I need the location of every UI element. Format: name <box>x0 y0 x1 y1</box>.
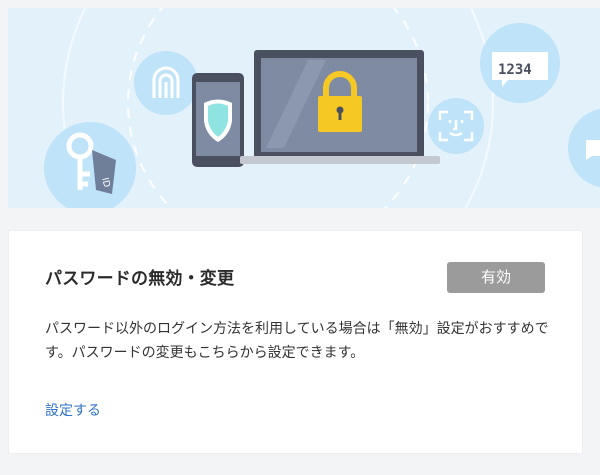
status-badge: 有効 <box>447 262 545 293</box>
card-title: パスワードの無効・変更 <box>45 269 235 289</box>
hero-illustration: ID 1234 <box>8 8 600 208</box>
setup-link[interactable]: 設定する <box>45 400 101 420</box>
fingerprint-icon <box>134 51 198 115</box>
pin-code-icon: 1234 <box>480 23 560 103</box>
face-id-icon <box>428 98 484 154</box>
security-illustration: ID 1234 <box>44 8 600 208</box>
pin-code-text: 1234 <box>498 62 532 78</box>
phone-icon <box>192 73 244 167</box>
laptop-icon <box>240 50 440 164</box>
key-icon: ID <box>44 122 136 208</box>
card-description: パスワード以外のログイン方法を利用している場合は「無効」設定がおすすめです。パス… <box>45 321 549 361</box>
password-settings-card: パスワードの無効・変更 有効 パスワード以外のログイン方法を利用している場合は「… <box>9 231 582 453</box>
chat-icon <box>568 108 600 188</box>
